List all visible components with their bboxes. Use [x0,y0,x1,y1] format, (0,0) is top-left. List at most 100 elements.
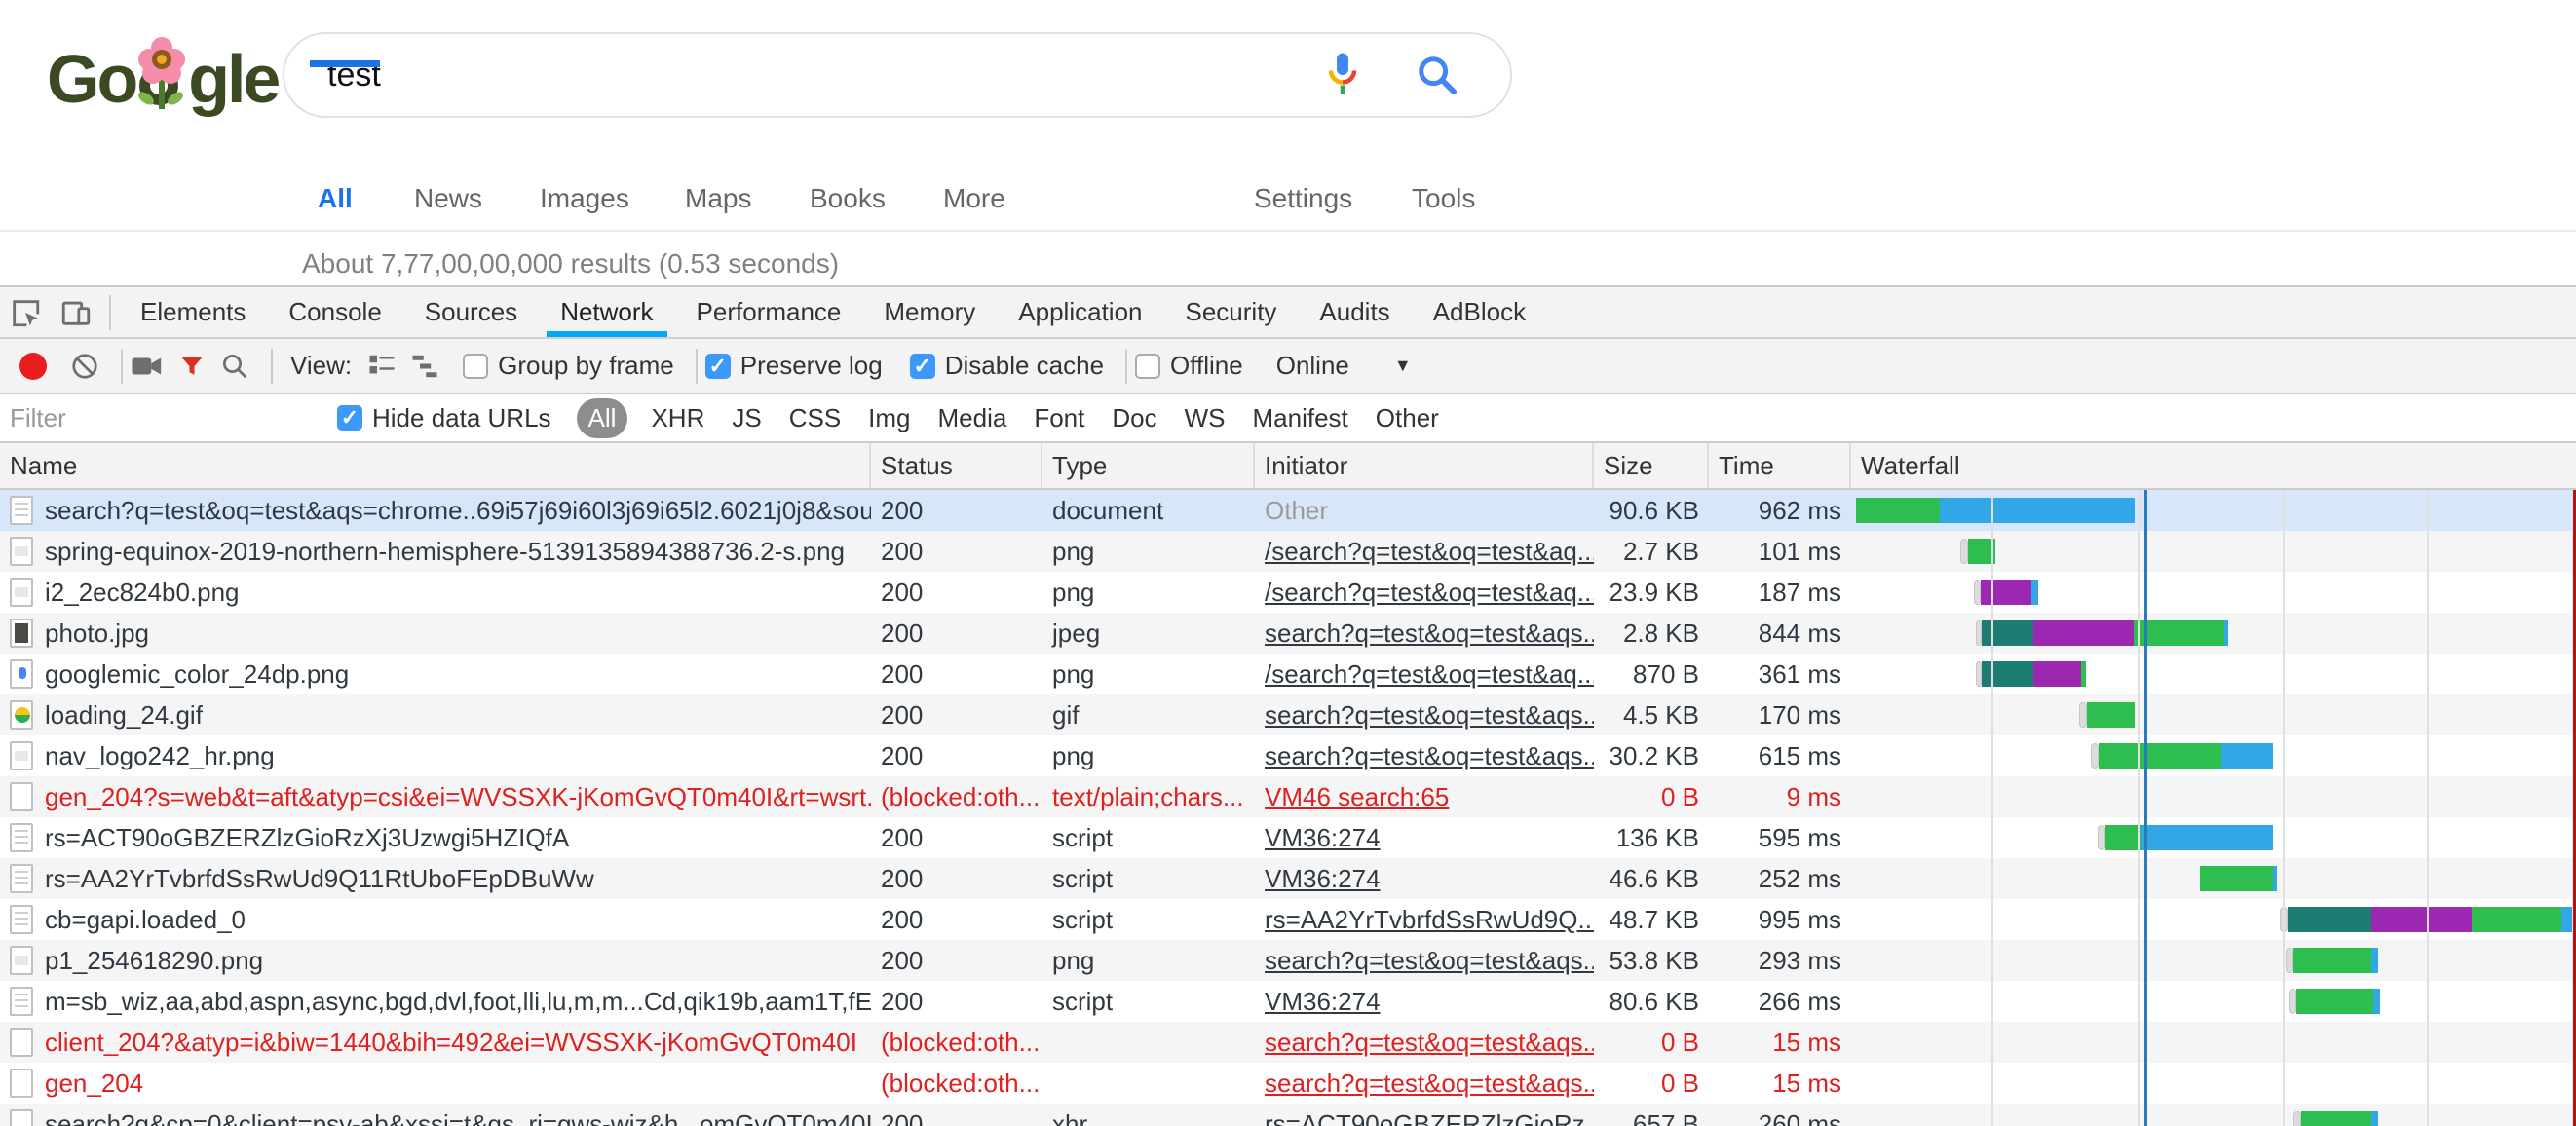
initiator-link[interactable]: VM36:274 [1265,864,1381,894]
column-header-size[interactable]: Size [1594,443,1709,488]
devtools-tab-elements[interactable]: Elements [119,287,267,337]
status-cell: (blocked:oth... [881,1068,1041,1098]
filter-type-ws[interactable]: WS [1185,403,1226,433]
devtools-tab-security[interactable]: Security [1164,287,1299,337]
filter-type-font[interactable]: Font [1034,403,1084,433]
device-toolbar-icon[interactable] [51,288,101,337]
filter-type-css[interactable]: CSS [789,403,841,433]
filter-type-manifest[interactable]: Manifest [1253,403,1348,433]
time-cell: 252 ms [1758,863,1841,893]
status-cell: 200 [881,863,924,893]
search-icon[interactable] [1415,53,1459,97]
request-row[interactable]: photo.jpg 200 jpeg search?q=test&oq=test&aq… [0,613,2576,654]
column-header-status[interactable]: Status [871,443,1042,488]
clear-button[interactable] [70,352,99,381]
offline-checkbox[interactable]: Offline [1135,351,1243,381]
type-cell: xhr [1052,1108,1088,1126]
disable-cache-checkbox[interactable]: ✓ Disable cache [909,351,1104,381]
initiator-link[interactable]: rs=ACT90oGBZERZlzGioRz... [1265,1109,1594,1126]
devtools-tab-audits[interactable]: Audits [1298,287,1411,337]
request-row[interactable]: nav_logo242_hr.png 200 png search?q=test&oq… [0,735,2576,776]
request-row[interactable]: search?q&cp=0&client=psy-ab&xssi=t&gs_ri… [0,1104,2576,1126]
google-tab-books[interactable]: Books [810,183,886,214]
google-tab-tools[interactable]: Tools [1412,183,1475,214]
initiator-cell: search?q=test&oq=test&aqs... [1255,1063,1594,1104]
google-tab-maps[interactable]: Maps [685,183,751,214]
initiator-link[interactable]: rs=AA2YrTvbrfdSsRwUd9Q... [1265,905,1594,935]
preserve-log-checkbox[interactable]: ✓ Preserve log [704,351,883,381]
table-header: Name Status Type Initiator Size Time Waterfall [0,443,2576,490]
request-name-cell: search?q=test&oq=test&aqs=chrome..69i57j… [0,490,871,531]
request-row[interactable]: cb=gapi.loaded_0 200 script rs=AA2YrTvbrfdS… [0,899,2576,940]
devtools-tabbar: Elements Console Sources Network Performance… [0,287,2576,339]
filter-type-doc[interactable]: Doc [1112,403,1156,433]
column-header-initiator[interactable]: Initiator [1255,443,1594,488]
waterfall-cell [1851,858,2576,899]
devtools-tab-adblock[interactable]: AdBlock [1412,287,1547,337]
google-tab-images[interactable]: Images [540,183,629,214]
initiator-link[interactable]: VM36:274 [1265,987,1381,1017]
initiator-link[interactable]: search?q=test&oq=test&aqs... [1265,1028,1594,1058]
request-row[interactable]: search?q=test&oq=test&aqs=chrome..69i57j… [0,490,2576,531]
devtools-tab-performance[interactable]: Performance [675,287,863,337]
filter-input[interactable] [0,402,322,433]
initiator-link[interactable]: search?q=test&oq=test&aqs... [1265,619,1594,649]
time-cell: 9 ms [1786,781,1841,811]
search-query-text[interactable]: test [327,56,1325,94]
filter-type-all[interactable]: All [576,397,628,438]
request-row[interactable]: p1_254618290.png 200 png search?q=test&oq=t… [0,940,2576,981]
initiator-cell: rs=ACT90oGBZERZlzGioRz... [1255,1104,1594,1126]
group-by-frame-checkbox[interactable]: Group by frame [463,351,674,381]
request-row[interactable]: googlemic_color_24dp.png 200 png/search?q=… [0,654,2576,694]
devtools-tab-sources[interactable]: Sources [403,287,539,337]
request-row[interactable]: m=sb_wiz,aa,abd,aspn,async,bgd,dvl,foot,… [0,981,2576,1022]
column-header-type[interactable]: Type [1042,443,1255,488]
request-row[interactable]: i2_2ec824b0.png 200 png/search?q=test&oq=t… [0,572,2576,613]
capture-screenshots-icon[interactable] [131,352,164,381]
initiator-link[interactable]: /search?q=test&oq=test&aq... [1265,578,1594,608]
initiator-link[interactable]: search?q=test&oq=test&aqs... [1265,741,1594,771]
view-list-icon[interactable] [367,352,397,381]
filter-type-other[interactable]: Other [1376,403,1439,433]
record-button[interactable] [10,352,57,380]
view-waterfall-icon[interactable] [410,352,439,381]
column-header-name[interactable]: Name [0,443,871,488]
request-row[interactable]: spring-equinox-2019-northern-hemisphere-… [0,531,2576,572]
inspect-element-icon[interactable] [0,288,51,337]
filter-icon[interactable] [177,352,207,381]
request-row[interactable]: loading_24.gif 200 gif search?q=test&oq=tes… [0,694,2576,735]
google-tab-news[interactable]: News [414,183,482,214]
filter-type-media[interactable]: Media [938,403,1007,433]
devtools-tab-application[interactable]: Application [997,287,1163,337]
microphone-icon[interactable] [1325,50,1360,100]
request-row[interactable]: gen_204?s=web&t=aft&atyp=csi&ei=WVSSXK-j… [0,776,2576,817]
devtools-tab-console[interactable]: Console [267,287,402,337]
request-row[interactable]: rs=ACT90oGBZERZlzGioRzXj3Uzwgi5HZIQfA 200… [0,817,2576,858]
filter-type-xhr[interactable]: XHR [651,403,704,433]
search-box[interactable]: test [283,32,1512,118]
throttling-dropdown[interactable]: Online ▼ [1276,351,1412,381]
filter-type-js[interactable]: JS [732,403,761,433]
initiator-link[interactable]: search?q=test&oq=test&aqs... [1265,946,1594,976]
column-header-time[interactable]: Time [1709,443,1851,488]
request-row[interactable]: rs=AA2YrTvbrfdSsRwUd9Q11RtUboFEpDBuWw 200… [0,858,2576,899]
request-row[interactable]: gen_204 (blocked:oth... search?q=test&oq=t… [0,1063,2576,1104]
throttling-value: Online [1275,351,1349,380]
google-logo[interactable]: Go gle [47,37,281,121]
initiator-link[interactable]: VM46 search:65 [1265,782,1449,812]
initiator-link[interactable]: search?q=test&oq=test&aqs... [1265,1069,1594,1099]
initiator-link[interactable]: /search?q=test&oq=test&aq... [1265,659,1594,690]
initiator-link[interactable]: VM36:274 [1265,823,1381,853]
devtools-tab-memory[interactable]: Memory [862,287,997,337]
devtools-tab-network[interactable]: Network [539,287,674,337]
google-tab-settings[interactable]: Settings [1254,183,1352,214]
hide-data-urls-checkbox[interactable]: ✓ Hide data URLs [337,403,551,433]
google-tab-more[interactable]: More [943,183,1005,214]
google-tab-all[interactable]: All [318,183,353,214]
search-requests-icon[interactable] [220,352,249,381]
initiator-link[interactable]: search?q=test&oq=test&aqs... [1265,700,1594,731]
initiator-link[interactable]: /search?q=test&oq=test&aq... [1265,537,1594,567]
column-header-waterfall[interactable]: Waterfall [1851,443,2576,488]
filter-type-img[interactable]: Img [868,403,910,433]
request-row[interactable]: client_204?&atyp=i&biw=1440&bih=492&ei=W… [0,1022,2576,1063]
